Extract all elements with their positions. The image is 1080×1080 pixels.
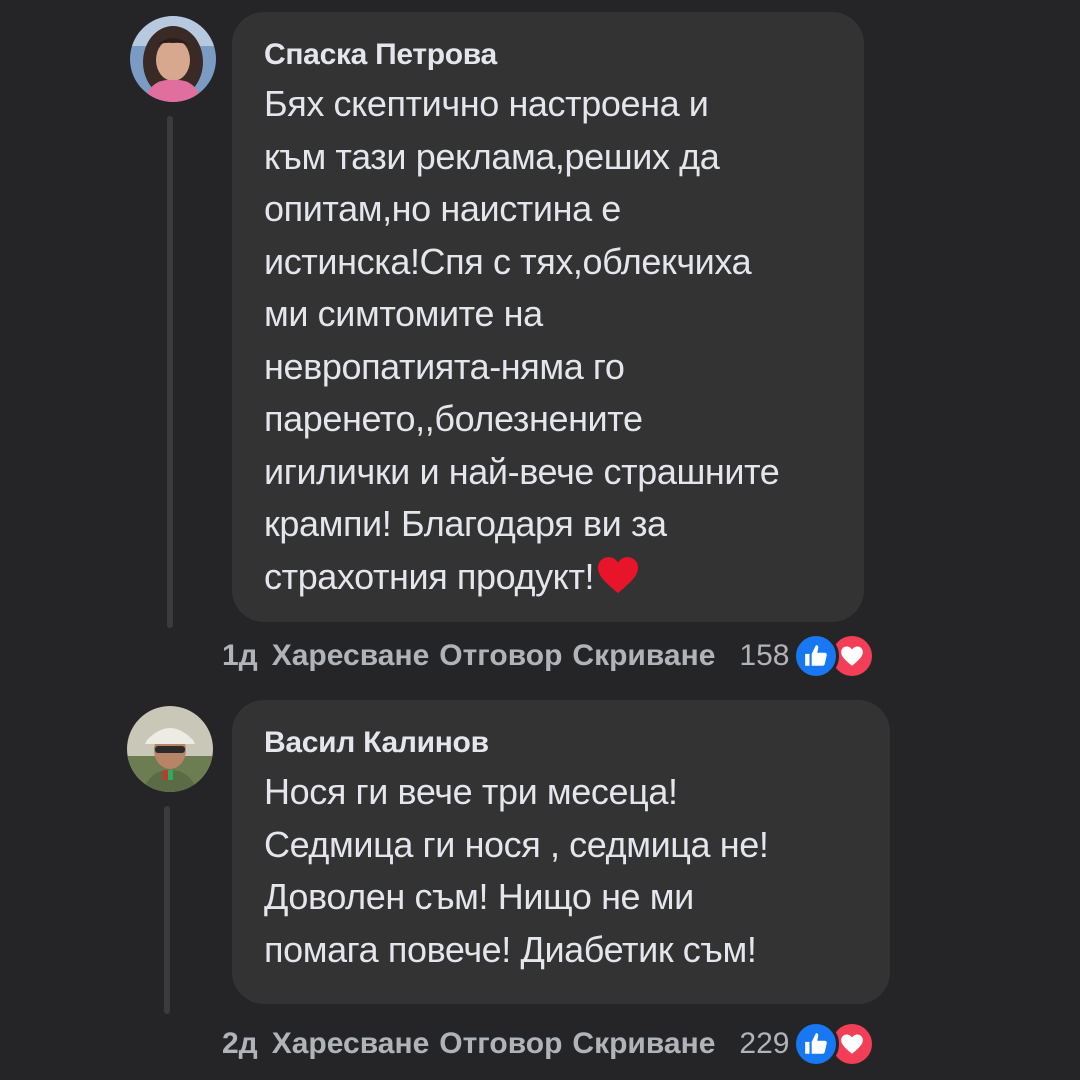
thread-line (164, 806, 170, 1014)
avatar-photo-icon (130, 16, 216, 102)
thread-line (167, 116, 173, 628)
hide-link[interactable]: Скриване (572, 639, 715, 673)
comment-actions: 1д Харесване Отговор Скриване 158 (222, 633, 876, 679)
avatar-photo-icon (127, 706, 213, 792)
hide-link[interactable]: Скриване (572, 1027, 715, 1061)
like-reaction-icon (793, 633, 840, 679)
red-heart-icon (596, 555, 640, 610)
comment-timestamp[interactable]: 1д (222, 639, 258, 673)
comment-actions: 2д Харесване Отговор Скриване 229 (222, 1021, 876, 1067)
comment-bubble: Васил Калинов Нося ги вече три месеца! С… (232, 700, 890, 1004)
reaction-count[interactable]: 229 (739, 1027, 789, 1061)
comment-text: Нося ги вече три месеца! Седмица ги нося… (264, 771, 769, 970)
reply-link[interactable]: Отговор (439, 639, 562, 673)
comment-timestamp[interactable]: 2д (222, 1027, 258, 1061)
comment-bubble: Спаска Петрова Бях скептично настроена и… (232, 12, 864, 622)
reaction-summary[interactable] (793, 633, 876, 679)
like-link[interactable]: Харесване (272, 1027, 430, 1061)
avatar[interactable] (130, 16, 216, 102)
avatar[interactable] (127, 706, 213, 792)
like-reaction-icon (793, 1021, 840, 1067)
comment-author[interactable]: Спаска Петрова (264, 38, 830, 72)
comments-thread: Спаска Петрова Бях скептично настроена и… (0, 0, 1080, 1080)
like-link[interactable]: Харесване (272, 639, 430, 673)
reply-link[interactable]: Отговор (439, 1027, 562, 1061)
comment-text: Бях скептично настроена и към тази рекла… (264, 83, 780, 597)
reaction-summary[interactable] (793, 1021, 876, 1067)
reaction-count[interactable]: 158 (739, 639, 789, 673)
comment-author[interactable]: Васил Калинов (264, 726, 856, 760)
